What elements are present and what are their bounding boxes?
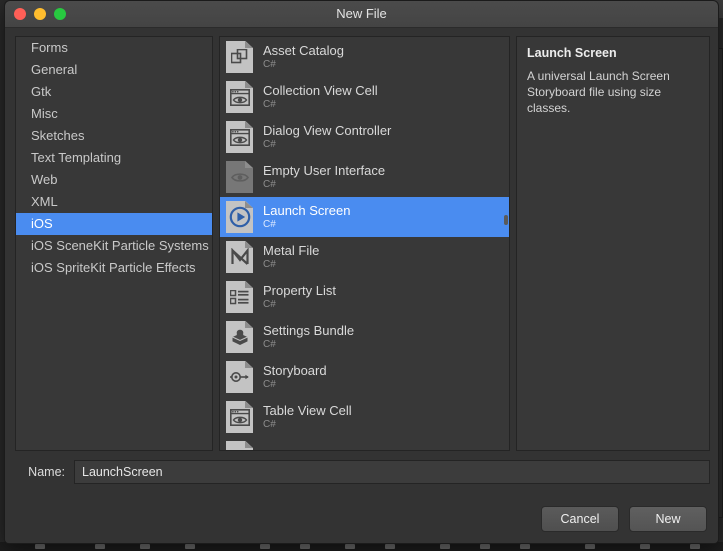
- new-file-dialog: New File Forms General Gtk Misc Sketches Text…: [4, 0, 719, 544]
- dock-item[interactable]: [690, 544, 700, 549]
- template-item[interactable]: Collection View Cell C#: [220, 77, 509, 117]
- template-item-title: Empty User Interface: [263, 162, 386, 178]
- details-panel: Launch Screen A universal Launch Screen …: [516, 36, 710, 451]
- table-view-cell-icon: [226, 401, 253, 433]
- template-item[interactable]: Property List C#: [220, 277, 509, 317]
- template-item[interactable]: Settings Bundle C#: [220, 317, 509, 357]
- category-item[interactable]: XML: [16, 191, 212, 213]
- category-item-label: Sketches: [31, 128, 85, 143]
- template-item-title: Property List: [263, 282, 336, 298]
- detail-title: Launch Screen: [527, 46, 617, 60]
- name-row: Name:: [15, 460, 710, 484]
- settings-bundle-icon: [226, 321, 253, 353]
- detail-description: A universal Launch Screen Storyboard fil…: [527, 69, 670, 116]
- category-item-label: iOS SceneKit Particle Systems: [31, 238, 209, 253]
- template-item-subtitle: C#: [263, 58, 276, 70]
- name-label: Name:: [28, 465, 65, 479]
- empty-user-interface-icon: [226, 161, 253, 193]
- template-item[interactable]: Storyboard C#: [220, 357, 509, 397]
- category-item-label: General: [31, 62, 78, 77]
- dock-item[interactable]: [185, 544, 195, 549]
- property-list-icon: [226, 281, 253, 313]
- dialog-buttons: Cancel New: [541, 506, 707, 532]
- new-button[interactable]: New: [629, 506, 707, 532]
- template-item-subtitle: C#: [263, 98, 276, 110]
- cancel-button[interactable]: Cancel: [541, 506, 619, 532]
- category-item[interactable]: Text Templating: [16, 147, 212, 169]
- launch-screen-icon: [226, 201, 253, 233]
- template-scroll-area[interactable]: Asset Catalog C# Collection View Cell C# D…: [220, 37, 509, 450]
- template-item-subtitle: C#: [263, 338, 276, 350]
- metal-file-icon: [226, 241, 253, 273]
- category-item[interactable]: iOS SpriteKit Particle Effects: [16, 257, 212, 279]
- dock-item[interactable]: [385, 544, 395, 549]
- category-list[interactable]: Forms General Gtk Misc Sketches Text Templati…: [15, 36, 213, 451]
- category-item[interactable]: General: [16, 59, 212, 81]
- category-item-label: XML: [31, 194, 58, 209]
- category-item[interactable]: Sketches: [16, 125, 212, 147]
- template-item-title: Storyboard: [263, 362, 327, 378]
- template-item[interactable]: Table View Cell C#: [220, 397, 509, 437]
- dock-item[interactable]: [640, 544, 650, 549]
- template-item-title: Metal File: [263, 242, 320, 258]
- template-item-subtitle: C#: [263, 138, 276, 150]
- template-item-title: Table View Cell: [263, 402, 352, 418]
- template-scrollbar[interactable]: [504, 215, 508, 225]
- template-item-title: Asset Catalog: [263, 42, 344, 58]
- dock-item[interactable]: [585, 544, 595, 549]
- template-item-subtitle: C#: [263, 298, 276, 310]
- dock-item[interactable]: [95, 544, 105, 549]
- dock-item[interactable]: [260, 544, 270, 549]
- template-item-title: Settings Bundle: [263, 322, 355, 338]
- template-item-title: Collection View Cell: [263, 82, 378, 98]
- category-item-label: Text Templating: [31, 150, 122, 165]
- dock-item[interactable]: [300, 544, 310, 549]
- dock-item[interactable]: [345, 544, 355, 549]
- category-item[interactable]: Forms: [16, 37, 212, 59]
- category-item-label: Web: [31, 172, 58, 187]
- dock-item[interactable]: [35, 544, 45, 549]
- template-item-title: Launch Screen: [263, 202, 351, 218]
- document-icon: [226, 441, 253, 450]
- category-item[interactable]: Gtk: [16, 81, 212, 103]
- category-item-label: Gtk: [31, 84, 52, 99]
- template-item[interactable]: Dialog View Controller C#: [220, 117, 509, 157]
- window-title: New File: [336, 6, 387, 21]
- dialog-view-controller-icon: [226, 121, 253, 153]
- category-item-label: Misc: [31, 106, 58, 121]
- panes-container: Forms General Gtk Misc Sketches Text Templati…: [15, 36, 710, 451]
- category-item[interactable]: Web: [16, 169, 212, 191]
- collection-view-cell-icon: [226, 81, 253, 113]
- category-item[interactable]: Misc: [16, 103, 212, 125]
- category-item-label: iOS SpriteKit Particle Effects: [31, 260, 196, 275]
- dock-item[interactable]: [140, 544, 150, 549]
- category-item-label: iOS: [31, 216, 53, 231]
- template-item[interactable]: Empty User Interface C#: [220, 157, 509, 197]
- dialog-body: Forms General Gtk Misc Sketches Text Templati…: [5, 28, 718, 543]
- window-titlebar: New File: [5, 1, 718, 28]
- template-item[interactable]: Asset Catalog C#: [220, 37, 509, 77]
- asset-catalog-icon: [226, 41, 253, 73]
- template-item-subtitle: C#: [263, 218, 276, 230]
- storyboard-icon: [226, 361, 253, 393]
- template-list[interactable]: Asset Catalog C# Collection View Cell C# D…: [219, 36, 510, 451]
- template-item-title: Dialog View Controller: [263, 122, 392, 138]
- template-item-subtitle: C#: [263, 178, 276, 190]
- template-item-subtitle: C#: [263, 258, 276, 270]
- dock-item[interactable]: [480, 544, 490, 549]
- template-item-subtitle: C#: [263, 418, 276, 430]
- category-item[interactable]: iOS SceneKit Particle Systems: [16, 235, 212, 257]
- category-item-label: Forms: [31, 40, 68, 55]
- category-item[interactable]: iOS: [16, 213, 212, 235]
- template-item-partial[interactable]: [220, 437, 509, 450]
- template-item[interactable]: Launch Screen C#: [220, 197, 509, 237]
- dock-item[interactable]: [440, 544, 450, 549]
- template-item[interactable]: Metal File C#: [220, 237, 509, 277]
- name-input[interactable]: [74, 460, 710, 484]
- template-item-subtitle: C#: [263, 378, 276, 390]
- dock-item[interactable]: [520, 544, 530, 549]
